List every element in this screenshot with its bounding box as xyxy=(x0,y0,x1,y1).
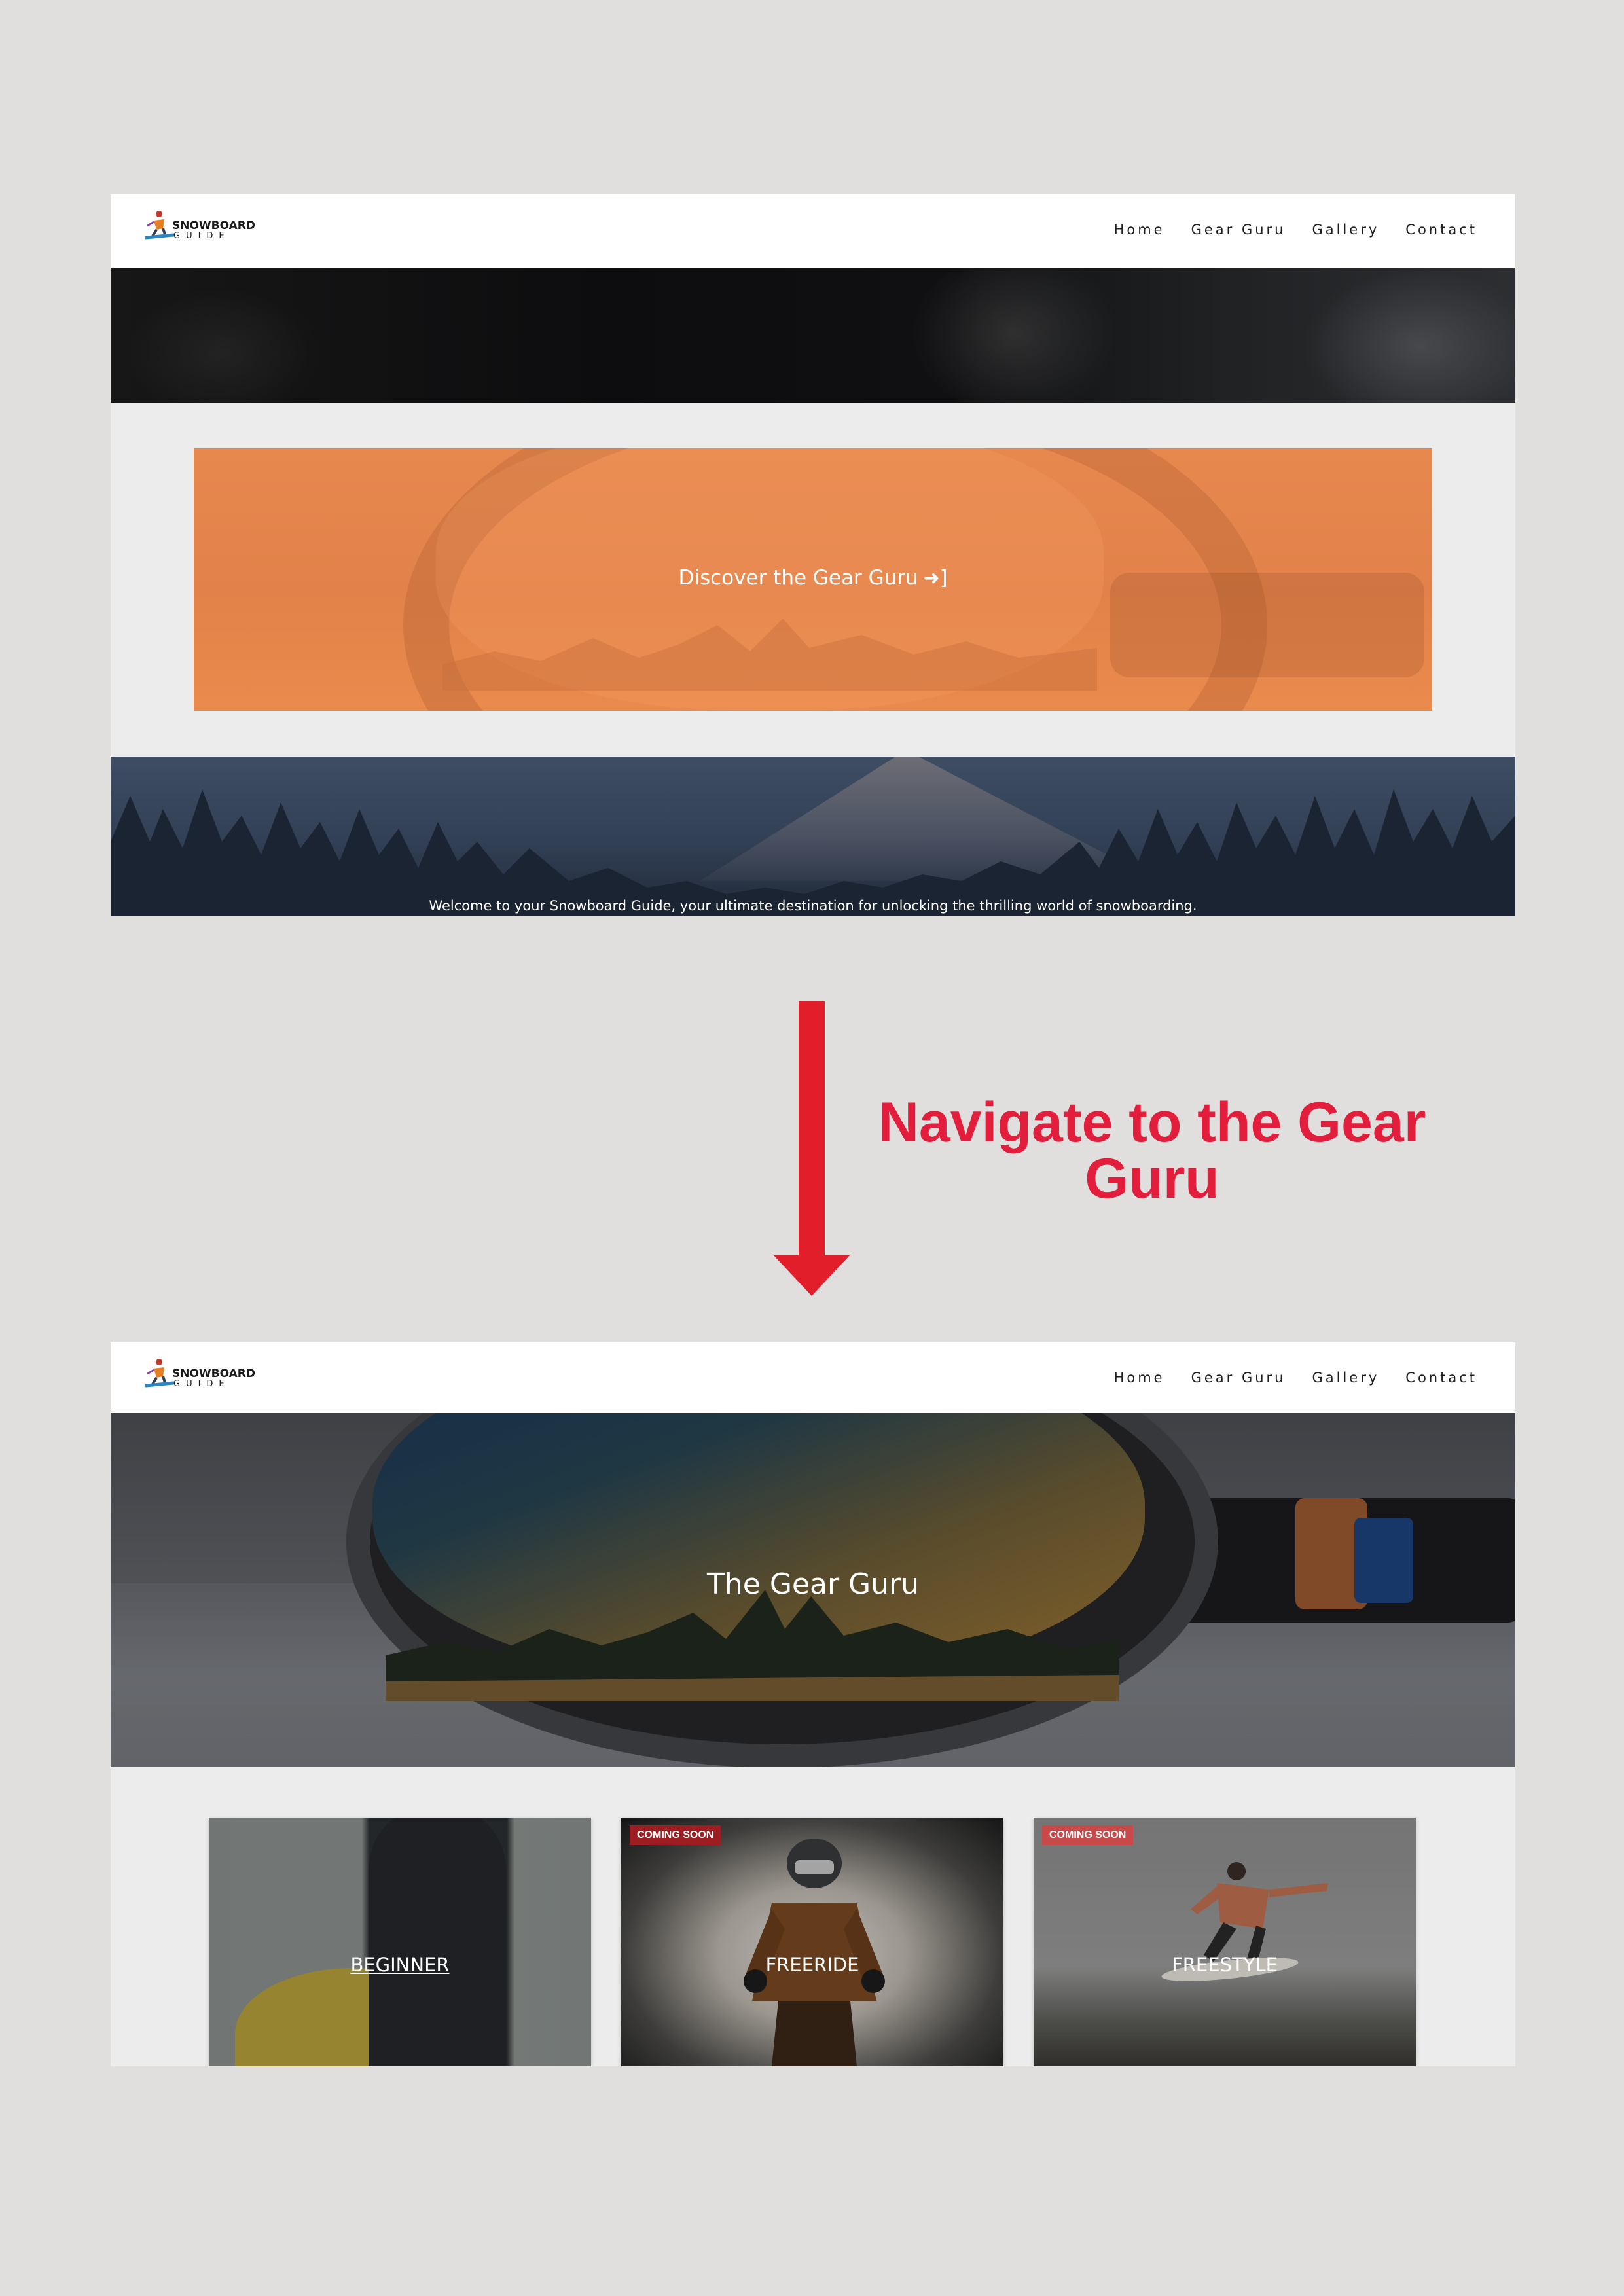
site-logo[interactable]: SNOWBOARD GUIDE xyxy=(145,206,255,245)
transition-caption: Navigate to the Gear Guru xyxy=(851,1094,1453,1207)
sign-in-arrow-icon: ➜] xyxy=(923,567,948,590)
down-arrow-shaft xyxy=(799,1001,825,1258)
card-freeride[interactable]: COMING SOON FREERIDE xyxy=(621,1818,1003,2066)
welcome-text: Welcome to your Snowboard Guide, your ul… xyxy=(429,898,1197,914)
coming-soon-badge: COMING SOON xyxy=(1042,1825,1134,1845)
caption-line-1: Navigate to the Gear xyxy=(878,1091,1426,1154)
nav-links: Home Gear Guru Gallery Contact xyxy=(1114,1370,1477,1386)
gear-guru-cta-banner[interactable]: Discover the Gear Guru ➜] xyxy=(194,448,1432,711)
bottom-navbar: SNOWBOARD GUIDE Home Gear Guru Gallery C… xyxy=(111,1342,1515,1413)
nav-links: Home Gear Guru Gallery Contact xyxy=(1114,222,1477,238)
nav-gallery[interactable]: Gallery xyxy=(1312,222,1380,238)
dark-hero-image xyxy=(111,268,1515,403)
screenshot-after: SNOWBOARD GUIDE Home Gear Guru Gallery C… xyxy=(111,1342,1515,2066)
top-navbar: SNOWBOARD GUIDE Home Gear Guru Gallery C… xyxy=(111,194,1515,268)
cta-text-row[interactable]: Discover the Gear Guru ➜] xyxy=(194,566,1432,590)
card-label-freeride[interactable]: FREERIDE xyxy=(621,1954,1003,1976)
logo-word-guide: GUIDE xyxy=(173,1379,230,1389)
coming-soon-badge: COMING SOON xyxy=(630,1825,721,1845)
nav-gallery[interactable]: Gallery xyxy=(1312,1370,1380,1386)
cta-label: Discover the Gear Guru xyxy=(678,566,918,590)
page-title: The Gear Guru xyxy=(707,1568,919,1601)
screenshot-before: SNOWBOARD GUIDE Home Gear Guru Gallery C… xyxy=(111,194,1515,916)
nav-home[interactable]: Home xyxy=(1114,1370,1165,1386)
gear-guru-hero-image: The Gear Guru xyxy=(111,1413,1515,1767)
site-logo[interactable]: SNOWBOARD GUIDE xyxy=(145,1354,255,1393)
card-label-freestyle[interactable]: FREESTYLE xyxy=(1034,1954,1416,1976)
logo-word-snowboard: SNOWBOARD xyxy=(172,1367,255,1380)
caption-line-2: Guru xyxy=(1085,1147,1219,1210)
nav-contact[interactable]: Contact xyxy=(1405,222,1477,238)
nav-contact[interactable]: Contact xyxy=(1405,1370,1477,1386)
down-arrow-icon xyxy=(774,1255,850,1296)
logo-word-guide: GUIDE xyxy=(173,231,230,241)
nav-gear-guru[interactable]: Gear Guru xyxy=(1191,1370,1286,1386)
snowboarder-logo-icon xyxy=(145,211,175,240)
forest-banner-image xyxy=(111,757,1515,916)
card-beginner[interactable]: BEGINNER xyxy=(209,1818,591,2066)
nav-gear-guru[interactable]: Gear Guru xyxy=(1191,222,1286,238)
logo-word-snowboard: SNOWBOARD xyxy=(172,219,255,232)
card-freestyle[interactable]: COMING SOON FREESTYLE xyxy=(1034,1818,1416,2066)
card-label-beginner[interactable]: BEGINNER xyxy=(209,1954,591,1976)
mountain-reflection xyxy=(442,619,1097,691)
snowboarder-logo-icon xyxy=(145,1359,175,1388)
pine-trees-illustration xyxy=(111,789,1515,916)
skill-cards-section: BEGINNER COMING SOON FREERIDE COMING SOO… xyxy=(111,1767,1515,2066)
nav-home[interactable]: Home xyxy=(1114,222,1165,238)
